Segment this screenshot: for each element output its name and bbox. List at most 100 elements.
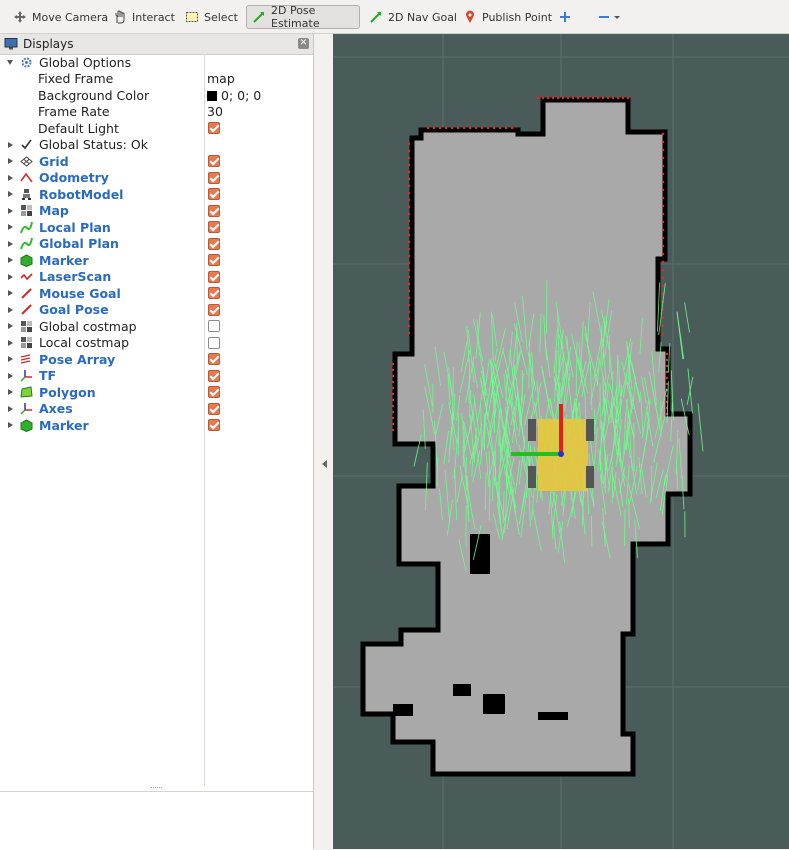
global-status-row[interactable]: Global Status: Ok bbox=[0, 137, 313, 154]
expand-arrow-icon[interactable] bbox=[8, 191, 13, 197]
interact-button[interactable]: Interact bbox=[108, 5, 180, 29]
display-enabled-checkbox[interactable] bbox=[208, 188, 220, 200]
expand-arrow-icon[interactable] bbox=[8, 142, 13, 148]
default-light-row[interactable]: Default Light bbox=[0, 120, 313, 137]
collapse-arrow-icon[interactable] bbox=[7, 60, 13, 65]
map-icon bbox=[19, 204, 33, 218]
expand-arrow-icon[interactable] bbox=[8, 422, 13, 428]
display-enabled-checkbox[interactable] bbox=[208, 337, 220, 349]
laser-point bbox=[662, 261, 664, 263]
render-viewport[interactable] bbox=[333, 34, 789, 849]
fixed-frame-value[interactable]: map bbox=[207, 71, 235, 86]
display-enabled-checkbox[interactable] bbox=[208, 238, 220, 250]
remove-tool-button[interactable] bbox=[592, 5, 628, 29]
frame-rate-value[interactable]: 30 bbox=[207, 104, 223, 119]
display-enabled-checkbox[interactable] bbox=[208, 320, 220, 332]
display-enabled-checkbox[interactable] bbox=[208, 370, 220, 382]
move-camera-button[interactable]: Move Camera bbox=[8, 5, 113, 29]
display-item-marker[interactable]: Marker bbox=[0, 252, 313, 269]
display-enabled-checkbox[interactable] bbox=[208, 287, 220, 299]
display-enabled-checkbox[interactable] bbox=[208, 403, 220, 415]
laser-point bbox=[542, 97, 544, 99]
display-item-laserscan[interactable]: LaserScan bbox=[0, 269, 313, 286]
nav-goal-button[interactable]: 2D Nav Goal bbox=[364, 5, 462, 29]
expand-arrow-icon[interactable] bbox=[8, 158, 13, 164]
display-item-label: Pose Array bbox=[39, 352, 115, 367]
display-item-local-costmap[interactable]: Local costmap bbox=[0, 335, 313, 352]
display-item-global-costmap[interactable]: Global costmap bbox=[0, 318, 313, 335]
expand-arrow-icon[interactable] bbox=[8, 307, 13, 313]
display-item-robotmodel[interactable]: RobotModel bbox=[0, 186, 313, 203]
laser-point bbox=[457, 127, 459, 129]
display-enabled-checkbox[interactable] bbox=[208, 254, 220, 266]
display-item-pose-array[interactable]: Pose Array bbox=[0, 351, 313, 368]
background-color-value[interactable]: 0; 0; 0 bbox=[207, 88, 261, 103]
occupancy-map bbox=[363, 100, 690, 774]
display-enabled-checkbox[interactable] bbox=[208, 205, 220, 217]
robot-wheel bbox=[586, 419, 594, 441]
publish-point-label: Publish Point bbox=[482, 11, 552, 24]
collapse-panel-handle-icon[interactable] bbox=[322, 460, 327, 468]
expand-arrow-icon[interactable] bbox=[8, 290, 13, 296]
publish-point-button[interactable]: Publish Point bbox=[458, 5, 557, 29]
add-tool-button[interactable] bbox=[553, 5, 577, 29]
global-options-row[interactable]: Global Options bbox=[0, 54, 313, 71]
expand-arrow-icon[interactable] bbox=[8, 274, 13, 280]
background-color-label: Background Color bbox=[38, 88, 149, 103]
display-item-grid[interactable]: Grid bbox=[0, 153, 313, 170]
laser-point bbox=[481, 127, 483, 129]
display-enabled-checkbox[interactable] bbox=[208, 155, 220, 167]
panel-splitter[interactable] bbox=[150, 787, 162, 790]
display-item-axes[interactable]: Axes bbox=[0, 401, 313, 418]
laser-point bbox=[666, 377, 668, 379]
display-item-tf[interactable]: TF bbox=[0, 368, 313, 385]
display-item-marker[interactable]: Marker bbox=[0, 417, 313, 434]
laser-point bbox=[427, 127, 429, 129]
display-item-map[interactable]: Map bbox=[0, 203, 313, 220]
display-enabled-checkbox[interactable] bbox=[208, 172, 220, 184]
display-enabled-checkbox[interactable] bbox=[208, 221, 220, 233]
background-color-row[interactable]: Background Color 0; 0; 0 bbox=[0, 87, 313, 104]
select-button[interactable]: Select bbox=[180, 5, 243, 29]
map-obstacle bbox=[393, 704, 413, 716]
close-icon[interactable]: ✕ bbox=[298, 38, 309, 49]
expand-arrow-icon[interactable] bbox=[8, 389, 13, 395]
display-enabled-checkbox[interactable] bbox=[208, 353, 220, 365]
expand-arrow-icon[interactable] bbox=[8, 356, 13, 362]
expand-arrow-icon[interactable] bbox=[8, 224, 13, 230]
laser-point bbox=[622, 97, 624, 99]
laser-point bbox=[547, 97, 549, 99]
laser-point bbox=[392, 393, 394, 395]
display-enabled-checkbox[interactable] bbox=[208, 386, 220, 398]
expand-arrow-icon[interactable] bbox=[8, 373, 13, 379]
display-item-label: Marker bbox=[39, 253, 89, 268]
expand-arrow-icon[interactable] bbox=[8, 406, 13, 412]
display-enabled-checkbox[interactable] bbox=[208, 271, 220, 283]
expand-arrow-icon[interactable] bbox=[8, 175, 13, 181]
expand-arrow-icon[interactable] bbox=[8, 257, 13, 263]
fixed-frame-row[interactable]: Fixed Frame map bbox=[0, 71, 313, 88]
robot-model-icon bbox=[19, 187, 33, 201]
expand-arrow-icon[interactable] bbox=[8, 340, 13, 346]
display-item-polygon[interactable]: Polygon bbox=[0, 384, 313, 401]
display-enabled-checkbox[interactable] bbox=[208, 304, 220, 316]
expand-arrow-icon[interactable] bbox=[8, 323, 13, 329]
expand-arrow-icon[interactable] bbox=[8, 241, 13, 247]
background-color-text: 0; 0; 0 bbox=[221, 88, 261, 103]
pose-estimate-label: 2D Pose Estimate bbox=[271, 4, 354, 30]
laser-point bbox=[612, 97, 614, 99]
display-item-global-plan[interactable]: Global Plan bbox=[0, 236, 313, 253]
frame-rate-row[interactable]: Frame Rate 30 bbox=[0, 104, 313, 121]
laser-point bbox=[408, 290, 410, 292]
display-item-goal-pose[interactable]: Goal Pose bbox=[0, 302, 313, 319]
display-item-mouse-goal[interactable]: Mouse Goal bbox=[0, 285, 313, 302]
map-canvas[interactable] bbox=[333, 34, 789, 849]
displays-panel: Displays ✕ Global Options Fixed Frame ma… bbox=[0, 34, 314, 849]
display-item-odometry[interactable]: Odometry bbox=[0, 170, 313, 187]
pose-estimate-button[interactable]: 2D Pose Estimate bbox=[246, 5, 360, 29]
display-enabled-checkbox[interactable] bbox=[208, 419, 220, 431]
expand-arrow-icon[interactable] bbox=[8, 208, 13, 214]
laser-point bbox=[499, 127, 501, 129]
display-item-local-plan[interactable]: Local Plan bbox=[0, 219, 313, 236]
default-light-checkbox[interactable] bbox=[208, 122, 220, 134]
